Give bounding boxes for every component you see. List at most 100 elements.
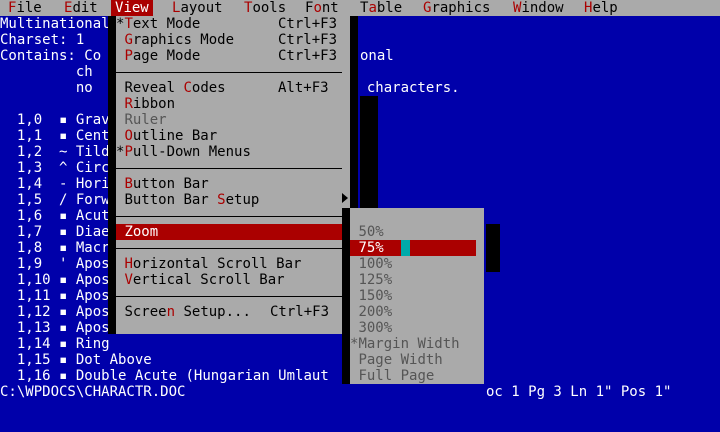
char-name: Macr [67, 240, 110, 256]
table-row: 1,14 ▪ Ring [0, 336, 110, 352]
table-row: 1,1 ▪ Cent [0, 128, 110, 144]
doc-line-4: ch [0, 64, 93, 80]
zoom-option[interactable]: 100% [350, 256, 392, 272]
table-row: 1,13 ▪ Apos [0, 320, 110, 336]
menu-item-button-bar-setup[interactable]: Button Bar Setup [116, 192, 259, 208]
zoom-option[interactable]: 150% [350, 288, 392, 304]
menu-item-text-mode[interactable]: *Text Mode [116, 16, 200, 32]
menu-view[interactable]: View [111, 0, 153, 16]
menu-separator [116, 248, 342, 249]
menu-item-graphics-mode[interactable]: Graphics Mode [116, 32, 234, 48]
doc-line-5: no [0, 80, 93, 96]
zoom-label: 300% [358, 320, 393, 336]
menu-separator [116, 216, 342, 217]
zoom-label: 100% [358, 256, 393, 272]
menu-item-horizontal-scroll-bar[interactable]: Horizontal Scroll Bar [116, 256, 301, 272]
zoom-option[interactable]: 300% [350, 320, 392, 336]
char-name: Apos [67, 256, 110, 272]
zoom-submenu: 50% 75% 100% 125% 150% 200% 300% *Margin … [342, 208, 484, 392]
char-code: 1,5 [0, 192, 51, 208]
zoom-option[interactable]: 125% [350, 272, 392, 288]
menu-item-pull-down-menus[interactable]: *Pull-Down Menus [116, 144, 251, 160]
doc-title-line: Multinational [0, 16, 110, 32]
char-code: 1,9 [0, 256, 51, 272]
char-code: 1,0 [0, 112, 51, 128]
zoom-label: 150% [358, 288, 393, 304]
menu-help[interactable]: Help [584, 0, 618, 16]
char-code: 1,11 [0, 288, 51, 304]
menu-item-button-bar[interactable]: Button Bar [116, 176, 208, 192]
char-name: Apos [67, 304, 110, 320]
table-row: 1,0 ▪ Grav [0, 112, 110, 128]
zoom-label: Margin Width [358, 336, 460, 352]
char-code: 1,13 [0, 320, 51, 336]
char-code: 1,1 [0, 128, 51, 144]
zoom-label: 200% [358, 304, 393, 320]
char-code: 1,7 [0, 224, 51, 240]
view-dropdown-menu: *Text Mode Ctrl+F3 Graphics Mode Ctrl+F3… [108, 16, 358, 334]
zoom-option[interactable]: *Margin Width [350, 336, 460, 352]
menu-item-zoom[interactable]: Zoom [116, 224, 342, 240]
zoom-label: 50% [358, 224, 384, 240]
char-code: 1,6 [0, 208, 51, 224]
char-name: Tild [67, 144, 110, 160]
menu-table[interactable]: Table [360, 0, 402, 16]
menu-item-page-mode[interactable]: Page Mode [116, 48, 200, 64]
menu-window[interactable]: Window [513, 0, 564, 16]
table-row: 1,4 - Hori [0, 176, 110, 192]
char-name: Double Acute (Hungarian Umlaut [67, 368, 329, 384]
shortcut-page-mode: Ctrl+F3 [278, 48, 338, 64]
zoom-option[interactable]: 200% [350, 304, 392, 320]
menu-item-screen-setup[interactable]: Screen Setup... [116, 304, 250, 320]
menu-font[interactable]: Font [305, 0, 339, 16]
black-block [360, 96, 378, 224]
menu-tools[interactable]: Tools [244, 0, 286, 16]
status-file-path: C:\WPDOCS\CHARACTR.DOC [0, 384, 186, 400]
menu-item-vertical-scroll-bar[interactable]: Vertical Scroll Bar [116, 272, 284, 288]
char-code: 1,14 [0, 336, 51, 352]
char-name: Forw [67, 192, 110, 208]
menu-separator [116, 72, 342, 73]
zoom-option[interactable]: 75% [350, 240, 476, 256]
char-name: Hori [67, 176, 110, 192]
zoom-label: 75% [358, 240, 384, 256]
shortcut-reveal-codes: Alt+F3 [278, 80, 329, 96]
zoom-option[interactable]: 50% [350, 224, 384, 240]
menu-item-reveal-codes[interactable]: Reveal Codes [116, 80, 225, 96]
menu-file[interactable]: File [8, 0, 42, 16]
menu-graphics[interactable]: Graphics [423, 0, 490, 16]
zoom-option[interactable]: Page Width [350, 352, 442, 368]
char-name: Ring [67, 336, 110, 352]
zoom-option[interactable]: Full Page [350, 368, 434, 384]
table-row: 1,15 ▪ Dot Above [0, 352, 152, 368]
char-name: Apos [67, 288, 110, 304]
menu-item-ribbon[interactable]: Ribbon [116, 96, 175, 112]
char-name: Apos [67, 320, 110, 336]
char-name: Grav [67, 112, 110, 128]
table-row: 1,10 ▪ Apos [0, 272, 110, 288]
menu-item-outline-bar[interactable]: Outline Bar [116, 128, 217, 144]
menu-separator [116, 168, 342, 169]
text-cursor [400, 240, 410, 256]
doc-contains-line-end: onal [360, 48, 394, 64]
status-bar: C:\WPDOCS\CHARACTR.DOC oc 1 Pg 3 Ln 1" P… [0, 384, 720, 400]
menu-layout[interactable]: Layout [172, 0, 223, 16]
doc-contains-line: Contains: Co [0, 48, 102, 64]
doc-charset-line: Charset: 1 [0, 32, 85, 48]
menu-edit[interactable]: Edit [64, 0, 98, 16]
submenu-arrow-icon [342, 193, 348, 203]
table-row: 1,3 ^ Circ [0, 160, 110, 176]
char-name: Acut [67, 208, 110, 224]
